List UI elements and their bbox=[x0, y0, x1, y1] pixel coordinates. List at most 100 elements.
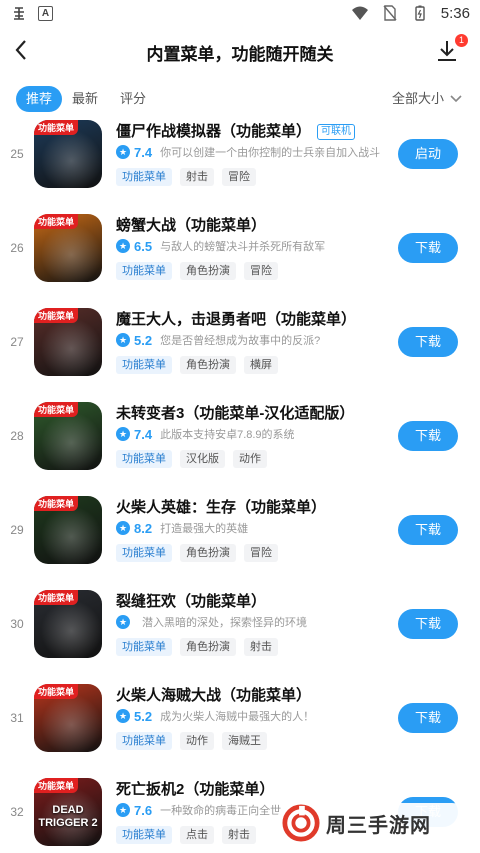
game-title[interactable]: 火柴人海贼大战（功能菜单） bbox=[116, 684, 311, 705]
rank-number: 32 bbox=[10, 805, 24, 819]
watermark-logo-icon bbox=[282, 804, 320, 842]
genre-tags: 功能菜单 角色扮演 横屏 bbox=[116, 356, 278, 374]
game-list-item[interactable]: 25 功能菜单 僵尸作战模拟器（功能菜单） 可联机 ★ 7.4 你可以创建一个由你控制的士兵… bbox=[0, 114, 480, 208]
game-title[interactable]: 僵尸作战模拟器（功能菜单） 可联机 bbox=[116, 120, 356, 141]
size-filter-dropdown[interactable]: 全部大小 bbox=[392, 86, 462, 113]
watermark-text: 周三手游网 bbox=[326, 814, 431, 837]
genre-tags: 功能菜单 动作 海贼王 bbox=[116, 732, 267, 750]
genre-tag[interactable]: 射击 bbox=[244, 638, 278, 656]
game-description: 您是否曾经想成为故事中的反派? bbox=[160, 335, 321, 347]
game-icon[interactable]: DEAD TRIGGER 2 功能菜单 bbox=[34, 778, 102, 846]
genre-tag[interactable]: 动作 bbox=[180, 732, 214, 750]
game-description: 一种致命的病毒正向全世 bbox=[160, 805, 282, 817]
genre-tags: 功能菜单 角色扮演 射击 bbox=[116, 638, 278, 656]
genre-tags: 功能菜单 汉化版 动作 bbox=[116, 450, 267, 468]
genre-tag[interactable]: 功能菜单 bbox=[116, 168, 172, 186]
download-button[interactable]: 下载 bbox=[398, 703, 458, 733]
star-icon: ★ bbox=[116, 709, 130, 723]
launch-button[interactable]: 启动 bbox=[398, 139, 458, 169]
game-list-item[interactable]: 30 功能菜单 裂缝狂欢（功能菜单） ★ 潜入黑暗的深处，探索怪异的环境 功能菜单 角色扮演… bbox=[0, 584, 480, 678]
size-filter-label: 全部大小 bbox=[391, 91, 444, 106]
game-description: 潜入黑暗的深处，探索怪异的环境 bbox=[142, 617, 307, 629]
game-title-text: 僵尸作战模拟器（功能菜单） bbox=[116, 123, 312, 140]
genre-tag[interactable]: 射击 bbox=[180, 168, 214, 186]
genre-tag[interactable]: 功能菜单 bbox=[116, 544, 172, 562]
genre-tag[interactable]: 冒险 bbox=[244, 544, 278, 562]
chevron-down-icon bbox=[450, 87, 462, 113]
rating-row: ★ 7.4 你可以创建一个由你控制的士兵亲自加入战斗 bbox=[116, 144, 380, 160]
game-list-item[interactable]: 28 功能菜单 未转变者3（功能菜单-汉化适配版） ★ 7.4 此版本支持安卓7.8.9的… bbox=[0, 396, 480, 490]
game-list-item[interactable]: 29 功能菜单 火柴人英雄：生存（功能菜单） ★ 8.2 打造最强大的英雄 功能菜单 角色扮演… bbox=[0, 490, 480, 584]
genre-tag[interactable]: 功能菜单 bbox=[116, 732, 172, 750]
star-icon: ★ bbox=[116, 333, 130, 347]
status-right: 5:36 bbox=[351, 4, 470, 22]
star-icon: ★ bbox=[116, 615, 130, 629]
game-list-item[interactable]: 31 功能菜单 火柴人海贼大战（功能菜单） ★ 5.2 成为火柴人海贼中最强大的人！ 功能菜… bbox=[0, 678, 480, 772]
game-icon[interactable]: 功能菜单 bbox=[34, 590, 102, 658]
genre-tag[interactable]: 角色扮演 bbox=[180, 544, 236, 562]
download-button[interactable]: 下载 bbox=[398, 233, 458, 263]
game-title[interactable]: 未转变者3（功能菜单-汉化适配版） bbox=[116, 402, 354, 423]
rating-row: ★ 潜入黑暗的深处，探索怪异的环境 bbox=[116, 614, 307, 630]
star-icon: ★ bbox=[116, 521, 130, 535]
status-bar: A 5:36 bbox=[0, 0, 480, 28]
game-title[interactable]: 魔王大人，击退勇者吧（功能菜单） bbox=[116, 308, 356, 329]
star-icon: ★ bbox=[116, 239, 130, 253]
game-description: 此版本支持安卓7.8.9的系统 bbox=[160, 429, 295, 441]
game-title[interactable]: 死亡扳机2（功能菜单） bbox=[116, 778, 274, 799]
battery-icon bbox=[411, 4, 429, 22]
genre-tag[interactable]: 点击 bbox=[180, 826, 214, 844]
rating-score: 6.5 bbox=[134, 238, 153, 254]
download-manager-button[interactable]: 1 bbox=[434, 34, 468, 66]
genre-tags: 功能菜单 点击 射击 bbox=[116, 826, 256, 844]
game-icon[interactable]: 功能菜单 bbox=[34, 214, 102, 282]
genre-tag[interactable]: 功能菜单 bbox=[116, 638, 172, 656]
tab-latest[interactable]: 最新 bbox=[72, 86, 98, 112]
page-title: 内置菜单，功能随开随关 bbox=[146, 45, 334, 64]
game-icon[interactable]: 功能菜单 bbox=[34, 120, 102, 188]
genre-tag[interactable]: 功能菜单 bbox=[116, 356, 172, 374]
game-title[interactable]: 火柴人英雄：生存（功能菜单） bbox=[116, 496, 326, 517]
download-button[interactable]: 下载 bbox=[398, 609, 458, 639]
genre-tags: 功能菜单 射击 冒险 bbox=[116, 168, 256, 186]
sort-tabs: 推荐 最新 评分 全部大小 bbox=[0, 84, 480, 114]
genre-tag[interactable]: 角色扮演 bbox=[180, 262, 236, 280]
rank-number: 25 bbox=[10, 147, 24, 161]
rating-score: 5.2 bbox=[134, 332, 153, 348]
genre-tag[interactable]: 功能菜单 bbox=[116, 262, 172, 280]
genre-tag[interactable]: 功能菜单 bbox=[116, 826, 172, 844]
game-logo-lettering: DEAD TRIGGER 2 bbox=[38, 804, 98, 829]
game-list-item[interactable]: 27 功能菜单 魔王大人，击退勇者吧（功能菜单） ★ 5.2 您是否曾经想成为故事中的反派… bbox=[0, 302, 480, 396]
status-left: A bbox=[10, 4, 53, 22]
rating-score: 7.4 bbox=[134, 426, 153, 442]
function-menu-tag: 功能菜单 bbox=[34, 496, 79, 511]
game-title[interactable]: 裂缝狂欢（功能菜单） bbox=[116, 590, 266, 611]
star-icon: ★ bbox=[116, 145, 130, 159]
genre-tag[interactable]: 海贼王 bbox=[222, 732, 267, 750]
watermark: 周三手游网 bbox=[276, 803, 472, 843]
genre-tag[interactable]: 功能菜单 bbox=[116, 450, 172, 468]
genre-tag[interactable]: 冒险 bbox=[222, 168, 256, 186]
genre-tag[interactable]: 角色扮演 bbox=[180, 638, 236, 656]
game-icon[interactable]: 功能菜单 bbox=[34, 308, 102, 376]
genre-tag[interactable]: 冒险 bbox=[244, 262, 278, 280]
genre-tag[interactable]: 角色扮演 bbox=[180, 356, 236, 374]
game-icon[interactable]: 功能菜单 bbox=[34, 402, 102, 470]
rating-row: ★ 6.5 与敌人的螃蟹决斗并杀死所有敌军 bbox=[116, 238, 325, 254]
genre-tag[interactable]: 汉化版 bbox=[180, 450, 225, 468]
no-sim-icon bbox=[381, 4, 399, 22]
game-title[interactable]: 螃蟹大战（功能菜单） bbox=[116, 214, 266, 235]
genre-tag[interactable]: 射击 bbox=[222, 826, 256, 844]
game-list-item[interactable]: 26 功能菜单 螃蟹大战（功能菜单） ★ 6.5 与敌人的螃蟹决斗并杀死所有敌军 功能菜单角… bbox=[0, 208, 480, 302]
game-icon[interactable]: 功能菜单 bbox=[34, 496, 102, 564]
game-description: 打造最强大的英雄 bbox=[160, 523, 249, 535]
game-description: 成为火柴人海贼中最强大的人！ bbox=[160, 711, 315, 723]
download-button[interactable]: 下载 bbox=[398, 421, 458, 451]
tab-recommend[interactable]: 推荐 bbox=[16, 86, 63, 112]
genre-tag[interactable]: 动作 bbox=[233, 450, 267, 468]
download-button[interactable]: 下载 bbox=[398, 327, 458, 357]
download-button[interactable]: 下载 bbox=[398, 515, 458, 545]
game-icon[interactable]: 功能菜单 bbox=[34, 684, 102, 752]
genre-tag[interactable]: 横屏 bbox=[244, 356, 278, 374]
tab-rating[interactable]: 评分 bbox=[120, 86, 146, 112]
